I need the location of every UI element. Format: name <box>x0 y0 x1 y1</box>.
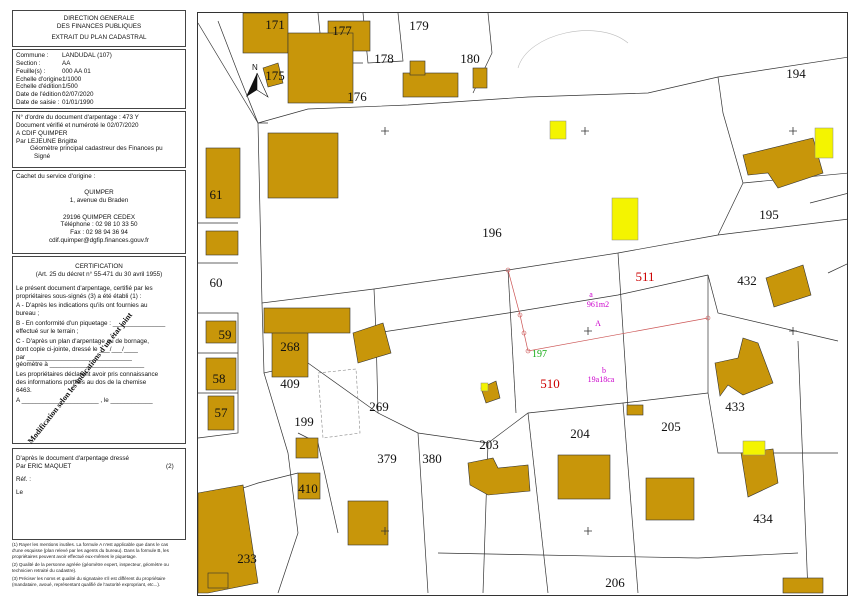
certification-subtitle: (Art. 25 du décret n° 55-471 du 30 avril… <box>35 270 163 278</box>
cert-line-14: A ______________________ , le __________… <box>16 396 153 404</box>
cachet-line-6: cdif.quimper@dgfip.finances.gouv.fr <box>48 237 150 245</box>
arpentage-line-1: N° d'ordre du document d'arpentage : 473… <box>16 114 139 121</box>
parcel-268[interactable]: 268 <box>280 339 300 354</box>
parcel-178[interactable]: 178 <box>374 51 394 66</box>
dresse-ref-number: (2) <box>166 462 174 470</box>
header-line-1: DIRECTION GENERALE <box>63 15 135 22</box>
arpentage-box: N° d'ordre du document d'arpentage : 473… <box>12 111 186 168</box>
parcel-175[interactable]: 175 <box>265 68 285 83</box>
cert-line-2: propriétaires sous-signés (3) a été étab… <box>16 292 142 300</box>
header-box: DIRECTION GENERALE DES FINANCES PUBLIQUE… <box>12 10 186 47</box>
cachet-line-3: 29196 QUIMPER CEDEX <box>62 213 136 221</box>
parcel-59[interactable]: 59 <box>219 327 232 342</box>
parcel-177[interactable]: 177 <box>332 23 352 38</box>
cachet-line-4: Téléphone : 02 98 10 33 50 <box>60 221 138 229</box>
parcel-176[interactable]: 176 <box>347 89 367 104</box>
dresse-box: D'après le document d'arpentage dressé P… <box>12 448 186 540</box>
parcel-203[interactable]: 203 <box>479 437 499 452</box>
cachet-box: Cachet du service d'origine : QUIMPER 1,… <box>12 170 186 254</box>
header-line-2: DES FINANCES PUBLIQUES <box>56 22 142 30</box>
parcel-410[interactable]: 410 <box>298 481 318 496</box>
parcel-180[interactable]: 180 <box>460 51 480 66</box>
footnote-3b: (mandataire, avoué, représentant qualifi… <box>12 581 161 587</box>
dresse-line-4: Le <box>16 488 24 496</box>
cert-line-11: Les propriétaires déclarent avoir pris c… <box>16 371 159 379</box>
parcel-197[interactable]: 197 <box>532 349 547 360</box>
parcel-379[interactable]: 379 <box>377 451 397 466</box>
parcel-labels: 171 177 179 175 178 180 176 194 61 196 1… <box>210 17 807 590</box>
info-box: Commune : LANDUDAL (107) Section : AA Feui… <box>12 49 186 109</box>
arpentage-line-2: Document vérifié et numéroté le 02/07/20… <box>16 121 139 129</box>
dresse-line-2: Par ERIC MAQUET <box>16 462 72 470</box>
cert-line-10: géomètre à ___________________________ <box>16 361 145 369</box>
arpentage-line-4: Par LEJEUNE Brigitte <box>16 137 78 145</box>
cert-line-13: 6463. <box>16 387 32 395</box>
parcel-233[interactable]: 233 <box>237 551 257 566</box>
cert-line-3: A - D'après les indications qu'ils ont f… <box>16 302 148 310</box>
cadastral-map[interactable]: N 171 177 179 175 178 180 176 194 61 196… <box>197 12 848 596</box>
cachet-line-1: QUIMPER <box>84 188 114 196</box>
lot-a-area: 961m2 <box>587 300 609 309</box>
parcel-205[interactable]: 205 <box>661 419 681 434</box>
parcel-433[interactable]: 433 <box>725 399 745 414</box>
feuille-value: 000 AA 01 <box>62 67 91 75</box>
parcel-194[interactable]: 194 <box>786 66 806 81</box>
parcel-196[interactable]: 196 <box>482 225 502 240</box>
dresse-line-3: Réf. : <box>16 475 32 483</box>
cert-line-12: des informations portées au dos de la ch… <box>16 379 147 387</box>
lot-b-area: 19a18ca <box>588 375 615 384</box>
map-labels: N 171 177 179 175 178 180 176 194 61 196… <box>198 13 847 595</box>
parcel-434[interactable]: 434 <box>753 511 773 526</box>
footnote-1c: propriétaires peuvent avoir effectué eux… <box>12 553 137 559</box>
parcel-58[interactable]: 58 <box>213 371 226 386</box>
echelle-origine-label: Echelle d'origine : <box>16 75 66 83</box>
commune-label: Commune : <box>16 52 49 59</box>
feuille-label: Feuille(s) : <box>16 67 46 75</box>
parcel-510[interactable]: 510 <box>540 376 560 391</box>
lot-a-label: a <box>589 290 593 299</box>
section-label: Section : <box>16 59 41 67</box>
echelle-origine-value: 1/1000 <box>62 75 82 83</box>
cachet-title: Cachet du service d'origine : <box>16 173 96 180</box>
cachet-line-2: 1, avenue du Braden <box>69 196 129 204</box>
parcel-409[interactable]: 409 <box>280 376 300 391</box>
parcel-171[interactable]: 171 <box>265 17 285 32</box>
cert-line-5: B - En conformité d'un piquetage : _____… <box>16 320 166 328</box>
parcel-57[interactable]: 57 <box>215 405 229 420</box>
parcel-206[interactable]: 206 <box>605 575 625 590</box>
parcel-60[interactable]: 60 <box>210 275 223 290</box>
lot-b-label: b <box>602 366 606 375</box>
cachet-line-5: Fax : 02 98 94 36 94 <box>70 229 128 237</box>
footnote-2b: technicien retraité du cadastre). <box>12 567 77 573</box>
echelle-edition-value: 1/500 <box>62 83 78 91</box>
section-value: AA <box>62 59 71 67</box>
cert-line-1: Le présent document d'arpentage, certifi… <box>16 284 153 292</box>
arpentage-line-3: A CDIF QUIMPER <box>16 129 68 137</box>
parcel-199[interactable]: 199 <box>294 414 314 429</box>
date-edition-value: 02/07/2020 <box>62 91 94 99</box>
header-line-3: EXTRAIT DU PLAN CADASTRAL <box>51 33 147 41</box>
parcel-380[interactable]: 380 <box>422 451 442 466</box>
lot-A-label: A <box>595 319 601 328</box>
cert-line-6: effectué sur le terrain ; <box>16 328 79 336</box>
parcel-432[interactable]: 432 <box>737 273 757 288</box>
certification-title: CERTIFICATION <box>75 263 123 270</box>
date-saisie-value: 01/01/1990 <box>62 99 94 107</box>
commune-value: LANDUDAL (107) <box>62 52 112 59</box>
parcel-269[interactable]: 269 <box>369 399 389 414</box>
parcel-61[interactable]: 61 <box>210 187 223 202</box>
parcel-511[interactable]: 511 <box>635 269 654 284</box>
dresse-line-1: D'après le document d'arpentage dressé <box>16 455 130 462</box>
echelle-edition-label: Echelle d'édition : <box>16 83 66 91</box>
date-edition-label: Date de l'édition : <box>16 91 65 99</box>
parcel-204[interactable]: 204 <box>570 426 590 441</box>
arpentage-line-5: Géomètre principal cadastreur des Financ… <box>30 145 163 153</box>
date-saisie-label: Date de saisie : <box>16 99 60 107</box>
parcel-195[interactable]: 195 <box>759 207 779 222</box>
parcel-179[interactable]: 179 <box>409 18 429 33</box>
footnotes: (1) Rayer les mentions inutiles. La form… <box>12 542 198 588</box>
cert-line-4: bureau ; <box>16 310 40 318</box>
arpentage-line-6: Signé <box>34 153 51 161</box>
